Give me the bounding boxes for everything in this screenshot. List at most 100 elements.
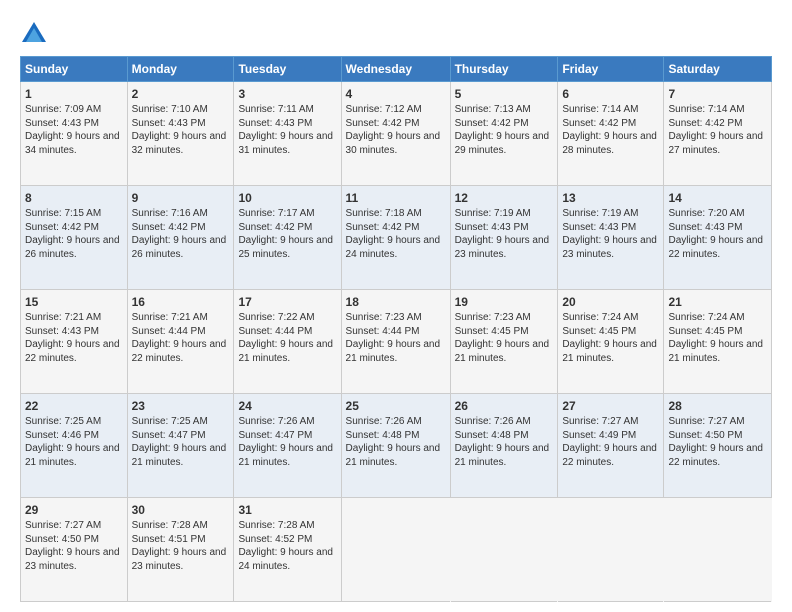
day-cell: 12 Sunrise: 7:19 AMSunset: 4:43 PMDayligh… — [450, 186, 558, 290]
day-cell: 13 Sunrise: 7:19 AMSunset: 4:43 PMDayligh… — [558, 186, 664, 290]
week-row-3: 15Sunrise: 7:21 AMSunset: 4:43 PMDayligh… — [21, 290, 772, 394]
day-cell: 5 Sunrise: 7:13 AMSunset: 4:42 PMDaylight… — [450, 82, 558, 186]
day-number: 3 — [238, 86, 336, 102]
day-cell: 15Sunrise: 7:21 AMSunset: 4:43 PMDayligh… — [21, 290, 128, 394]
day-number: 23 — [132, 398, 230, 414]
day-number: 2 — [132, 86, 230, 102]
day-info: Sunrise: 7:26 AMSunset: 4:48 PMDaylight:… — [455, 416, 550, 468]
day-number: 16 — [132, 294, 230, 310]
day-header-saturday: Saturday — [664, 57, 772, 82]
day-cell: 6 Sunrise: 7:14 AMSunset: 4:42 PMDaylight… — [558, 82, 664, 186]
day-number: 29 — [25, 502, 123, 518]
day-cell: 28Sunrise: 7:27 AMSunset: 4:50 PMDayligh… — [664, 394, 772, 498]
day-number: 18 — [346, 294, 446, 310]
day-cell: 29 Sunrise: 7:27 AMSunset: 4:50 PMDayligh… — [21, 498, 128, 602]
day-info: Sunrise: 7:28 AMSunset: 4:51 PMDaylight:… — [132, 520, 227, 572]
day-number: 12 — [455, 190, 554, 206]
calendar-table: SundayMondayTuesdayWednesdayThursdayFrid… — [20, 56, 772, 602]
header — [20, 16, 772, 48]
day-number: 31 — [238, 502, 336, 518]
day-info: Sunrise: 7:23 AMSunset: 4:45 PMDaylight:… — [455, 312, 550, 364]
day-cell: 20Sunrise: 7:24 AMSunset: 4:45 PMDayligh… — [558, 290, 664, 394]
day-info: Sunrise: 7:27 AMSunset: 4:49 PMDaylight:… — [562, 416, 657, 468]
day-number: 6 — [562, 86, 659, 102]
day-cell: 7Sunrise: 7:14 AMSunset: 4:42 PMDaylight… — [664, 82, 772, 186]
day-number: 11 — [346, 190, 446, 206]
day-info: Sunrise: 7:19 AMSunset: 4:43 PMDaylight:… — [562, 208, 657, 260]
day-cell — [558, 498, 664, 602]
day-cell: 24 Sunrise: 7:26 AMSunset: 4:47 PMDayligh… — [234, 394, 341, 498]
day-cell: 19 Sunrise: 7:23 AMSunset: 4:45 PMDayligh… — [450, 290, 558, 394]
day-cell: 16 Sunrise: 7:21 AMSunset: 4:44 PMDayligh… — [127, 290, 234, 394]
day-number: 28 — [668, 398, 767, 414]
day-number: 20 — [562, 294, 659, 310]
day-header-thursday: Thursday — [450, 57, 558, 82]
day-info: Sunrise: 7:25 AMSunset: 4:46 PMDaylight:… — [25, 416, 120, 468]
day-cell: 30Sunrise: 7:28 AMSunset: 4:51 PMDayligh… — [127, 498, 234, 602]
day-cell: 27 Sunrise: 7:27 AMSunset: 4:49 PMDayligh… — [558, 394, 664, 498]
day-cell: 2 Sunrise: 7:10 AMSunset: 4:43 PMDaylight… — [127, 82, 234, 186]
day-cell: 17Sunrise: 7:22 AMSunset: 4:44 PMDayligh… — [234, 290, 341, 394]
day-cell: 22Sunrise: 7:25 AMSunset: 4:46 PMDayligh… — [21, 394, 128, 498]
logo-icon — [20, 20, 48, 48]
day-cell: 1 Sunrise: 7:09 AMSunset: 4:43 PMDaylight… — [21, 82, 128, 186]
day-number: 10 — [238, 190, 336, 206]
day-info: Sunrise: 7:27 AMSunset: 4:50 PMDaylight:… — [25, 520, 120, 572]
day-info: Sunrise: 7:14 AMSunset: 4:42 PMDaylight:… — [562, 104, 657, 156]
day-cell: 11 Sunrise: 7:18 AMSunset: 4:42 PMDayligh… — [341, 186, 450, 290]
day-info: Sunrise: 7:11 AMSunset: 4:43 PMDaylight:… — [238, 104, 333, 156]
day-cell: 25 Sunrise: 7:26 AMSunset: 4:48 PMDayligh… — [341, 394, 450, 498]
day-cell: 3 Sunrise: 7:11 AMSunset: 4:43 PMDaylight… — [234, 82, 341, 186]
day-cell: 18 Sunrise: 7:23 AMSunset: 4:44 PMDayligh… — [341, 290, 450, 394]
day-number: 21 — [668, 294, 767, 310]
day-info: Sunrise: 7:09 AMSunset: 4:43 PMDaylight:… — [25, 104, 120, 156]
day-number: 26 — [455, 398, 554, 414]
day-number: 7 — [668, 86, 767, 102]
day-info: Sunrise: 7:19 AMSunset: 4:43 PMDaylight:… — [455, 208, 550, 260]
day-info: Sunrise: 7:16 AMSunset: 4:42 PMDaylight:… — [132, 208, 227, 260]
day-info: Sunrise: 7:21 AMSunset: 4:43 PMDaylight:… — [25, 312, 120, 364]
day-cell: 23Sunrise: 7:25 AMSunset: 4:47 PMDayligh… — [127, 394, 234, 498]
day-number: 25 — [346, 398, 446, 414]
day-number: 13 — [562, 190, 659, 206]
day-info: Sunrise: 7:21 AMSunset: 4:44 PMDaylight:… — [132, 312, 227, 364]
day-cell: 8Sunrise: 7:15 AMSunset: 4:42 PMDaylight… — [21, 186, 128, 290]
day-cell — [664, 498, 772, 602]
logo — [20, 20, 52, 48]
day-number: 4 — [346, 86, 446, 102]
day-cell: 21 Sunrise: 7:24 AMSunset: 4:45 PMDayligh… — [664, 290, 772, 394]
day-cell — [341, 498, 450, 602]
day-info: Sunrise: 7:15 AMSunset: 4:42 PMDaylight:… — [25, 208, 120, 260]
day-info: Sunrise: 7:12 AMSunset: 4:42 PMDaylight:… — [346, 104, 441, 156]
day-number: 27 — [562, 398, 659, 414]
day-number: 1 — [25, 86, 123, 102]
day-cell — [450, 498, 558, 602]
header-row: SundayMondayTuesdayWednesdayThursdayFrid… — [21, 57, 772, 82]
day-header-sunday: Sunday — [21, 57, 128, 82]
day-cell: 31 Sunrise: 7:28 AMSunset: 4:52 PMDayligh… — [234, 498, 341, 602]
day-info: Sunrise: 7:20 AMSunset: 4:43 PMDaylight:… — [668, 208, 763, 260]
day-header-monday: Monday — [127, 57, 234, 82]
day-info: Sunrise: 7:28 AMSunset: 4:52 PMDaylight:… — [238, 520, 333, 572]
day-info: Sunrise: 7:22 AMSunset: 4:44 PMDaylight:… — [238, 312, 333, 364]
day-cell: 9Sunrise: 7:16 AMSunset: 4:42 PMDaylight… — [127, 186, 234, 290]
week-row-2: 8Sunrise: 7:15 AMSunset: 4:42 PMDaylight… — [21, 186, 772, 290]
day-info: Sunrise: 7:18 AMSunset: 4:42 PMDaylight:… — [346, 208, 441, 260]
day-info: Sunrise: 7:17 AMSunset: 4:42 PMDaylight:… — [238, 208, 333, 260]
day-info: Sunrise: 7:26 AMSunset: 4:48 PMDaylight:… — [346, 416, 441, 468]
day-cell: 10 Sunrise: 7:17 AMSunset: 4:42 PMDayligh… — [234, 186, 341, 290]
day-header-tuesday: Tuesday — [234, 57, 341, 82]
day-cell: 26 Sunrise: 7:26 AMSunset: 4:48 PMDayligh… — [450, 394, 558, 498]
day-info: Sunrise: 7:24 AMSunset: 4:45 PMDaylight:… — [668, 312, 763, 364]
day-info: Sunrise: 7:23 AMSunset: 4:44 PMDaylight:… — [346, 312, 441, 364]
day-number: 14 — [668, 190, 767, 206]
day-number: 5 — [455, 86, 554, 102]
week-row-4: 22Sunrise: 7:25 AMSunset: 4:46 PMDayligh… — [21, 394, 772, 498]
day-info: Sunrise: 7:13 AMSunset: 4:42 PMDaylight:… — [455, 104, 550, 156]
day-number: 19 — [455, 294, 554, 310]
day-cell: 14 Sunrise: 7:20 AMSunset: 4:43 PMDayligh… — [664, 186, 772, 290]
day-info: Sunrise: 7:10 AMSunset: 4:43 PMDaylight:… — [132, 104, 227, 156]
day-header-wednesday: Wednesday — [341, 57, 450, 82]
day-info: Sunrise: 7:26 AMSunset: 4:47 PMDaylight:… — [238, 416, 333, 468]
day-number: 24 — [238, 398, 336, 414]
